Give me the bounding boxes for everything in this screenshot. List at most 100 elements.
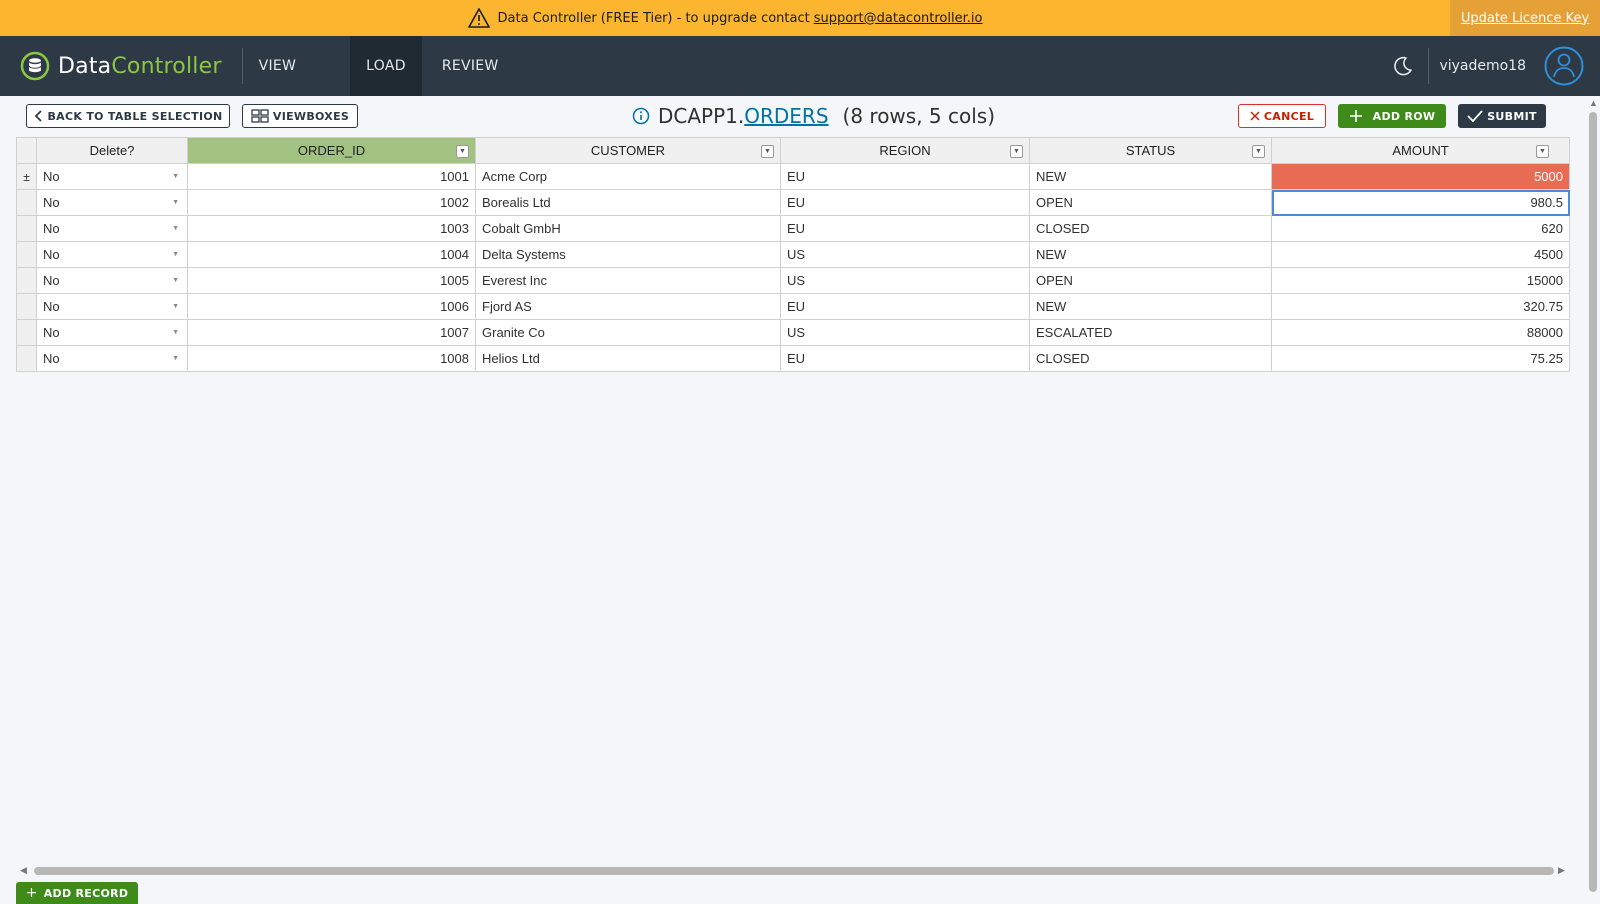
status-cell[interactable]: NEW	[1029, 163, 1272, 190]
app-logo[interactable]: DataController	[20, 36, 222, 96]
region-cell[interactable]: EU	[780, 293, 1030, 320]
order-id-cell[interactable]: 1001	[187, 163, 476, 190]
customer-cell[interactable]: Helios Ltd	[475, 345, 781, 372]
amount-cell[interactable]: 88000	[1271, 319, 1570, 346]
status-cell[interactable]: NEW	[1029, 293, 1272, 320]
table-row[interactable]: No ▼ 1002 Borealis Ltd EU OPEN 980.5	[16, 189, 1570, 216]
column-filter-button[interactable]: ▼	[1536, 145, 1549, 158]
amount-cell-selected[interactable]: 980.5	[1271, 189, 1570, 216]
delete-dropdown[interactable]: No ▼	[36, 345, 188, 372]
username[interactable]: viyademo18	[1439, 58, 1526, 74]
user-avatar[interactable]	[1544, 46, 1584, 86]
vertical-scroll-thumb[interactable]	[1589, 112, 1597, 892]
back-to-table-selection-button[interactable]: BACK TO TABLE SELECTION	[26, 104, 230, 128]
region-cell[interactable]: EU	[780, 189, 1030, 216]
table-row[interactable]: No ▼ 1008 Helios Ltd EU CLOSED 75.25	[16, 345, 1570, 372]
delete-dropdown[interactable]: No ▼	[36, 189, 188, 216]
customer-cell[interactable]: Fjord AS	[475, 293, 781, 320]
delete-dropdown[interactable]: No ▼	[36, 293, 188, 320]
nav-review[interactable]: REVIEW	[426, 36, 515, 96]
col-header-order-id[interactable]: ORDER_ID ▼	[187, 137, 476, 164]
customer-cell[interactable]: Cobalt GmbH	[475, 215, 781, 242]
update-licence-key-link[interactable]: Update Licence Key	[1450, 0, 1600, 36]
dropdown-arrow-icon[interactable]: ▼	[172, 329, 179, 336]
row-header[interactable]	[16, 267, 37, 294]
region-cell[interactable]: US	[780, 241, 1030, 268]
order-id-cell[interactable]: 1004	[187, 241, 476, 268]
order-id-cell[interactable]: 1002	[187, 189, 476, 216]
status-cell[interactable]: CLOSED	[1029, 215, 1272, 242]
amount-cell[interactable]: 75.25	[1271, 345, 1570, 372]
region-cell[interactable]: EU	[780, 345, 1030, 372]
dropdown-arrow-icon[interactable]: ▼	[172, 277, 179, 284]
col-header-amount[interactable]: AMOUNT ▼	[1271, 137, 1570, 164]
delete-dropdown[interactable]: No ▼	[36, 319, 188, 346]
delete-dropdown[interactable]: No ▼	[36, 241, 188, 268]
status-cell[interactable]: NEW	[1029, 241, 1272, 268]
status-cell[interactable]: OPEN	[1029, 189, 1272, 216]
viewboxes-button[interactable]: VIEWBOXES	[242, 104, 358, 128]
order-id-cell[interactable]: 1003	[187, 215, 476, 242]
scroll-left-icon[interactable]: ◀	[20, 865, 27, 876]
nav-load[interactable]: LOAD	[350, 36, 422, 96]
customer-cell[interactable]: Acme Corp	[475, 163, 781, 190]
customer-cell[interactable]: Everest Inc	[475, 267, 781, 294]
horizontal-scrollbar[interactable]: ◀ ▶	[18, 862, 1570, 876]
submit-button[interactable]: SUBMIT	[1458, 104, 1546, 128]
dropdown-arrow-icon[interactable]: ▼	[172, 251, 179, 258]
column-filter-button[interactable]: ▼	[1010, 145, 1023, 158]
order-id-cell[interactable]: 1008	[187, 345, 476, 372]
info-icon[interactable]	[632, 107, 650, 125]
delete-dropdown[interactable]: No ▼	[36, 163, 188, 190]
row-header[interactable]	[16, 345, 37, 372]
table-row[interactable]: No ▼ 1007 Granite Co US ESCALATED 88000	[16, 319, 1570, 346]
amount-cell[interactable]: 320.75	[1271, 293, 1570, 320]
row-header[interactable]: ±	[16, 163, 37, 190]
add-record-button[interactable]: + ADD RECORD	[16, 882, 138, 904]
scroll-right-icon[interactable]: ▶	[1558, 865, 1565, 876]
amount-cell[interactable]: 15000	[1271, 267, 1570, 294]
nav-view[interactable]: VIEW	[243, 36, 313, 96]
dropdown-arrow-icon[interactable]: ▼	[172, 173, 179, 180]
order-id-cell[interactable]: 1005	[187, 267, 476, 294]
dropdown-arrow-icon[interactable]: ▼	[172, 303, 179, 310]
row-header[interactable]	[16, 293, 37, 320]
amount-cell[interactable]: 620	[1271, 215, 1570, 242]
horizontal-scroll-thumb[interactable]	[34, 867, 1554, 875]
row-header[interactable]	[16, 319, 37, 346]
customer-cell[interactable]: Granite Co	[475, 319, 781, 346]
scroll-up-icon[interactable]: ▲	[1589, 98, 1598, 108]
order-id-cell[interactable]: 1006	[187, 293, 476, 320]
table-name-link[interactable]: ORDERS	[744, 104, 828, 128]
table-row[interactable]: ± No ▼ 1001 Acme Corp EU NEW 5000	[16, 163, 1570, 190]
delete-dropdown[interactable]: No ▼	[36, 215, 188, 242]
table-row[interactable]: No ▼ 1006 Fjord AS EU NEW 320.75	[16, 293, 1570, 320]
vertical-scrollbar[interactable]: ▲	[1586, 96, 1600, 900]
region-cell[interactable]: EU	[780, 215, 1030, 242]
status-cell[interactable]: OPEN	[1029, 267, 1272, 294]
customer-cell[interactable]: Borealis Ltd	[475, 189, 781, 216]
table-row[interactable]: No ▼ 1005 Everest Inc US OPEN 15000	[16, 267, 1570, 294]
status-cell[interactable]: ESCALATED	[1029, 319, 1272, 346]
dark-mode-toggle[interactable]	[1388, 51, 1418, 81]
table-row[interactable]: No ▼ 1003 Cobalt GmbH EU CLOSED 620	[16, 215, 1570, 242]
amount-cell[interactable]: 4500	[1271, 241, 1570, 268]
dropdown-arrow-icon[interactable]: ▼	[172, 355, 179, 362]
dropdown-arrow-icon[interactable]: ▼	[172, 199, 179, 206]
col-header-status[interactable]: STATUS ▼	[1029, 137, 1272, 164]
column-filter-button[interactable]: ▼	[1252, 145, 1265, 158]
region-cell[interactable]: US	[780, 267, 1030, 294]
row-header[interactable]	[16, 189, 37, 216]
row-header[interactable]	[16, 215, 37, 242]
table-row[interactable]: No ▼ 1004 Delta Systems US NEW 4500	[16, 241, 1570, 268]
delete-dropdown[interactable]: No ▼	[36, 267, 188, 294]
row-header[interactable]	[16, 241, 37, 268]
status-cell[interactable]: CLOSED	[1029, 345, 1272, 372]
col-header-delete[interactable]: Delete?	[36, 137, 188, 164]
amount-cell[interactable]: 5000	[1271, 163, 1570, 190]
col-header-region[interactable]: REGION ▼	[780, 137, 1030, 164]
customer-cell[interactable]: Delta Systems	[475, 241, 781, 268]
support-email-link[interactable]: support@datacontroller.io	[814, 11, 983, 26]
order-id-cell[interactable]: 1007	[187, 319, 476, 346]
col-header-customer[interactable]: CUSTOMER ▼	[475, 137, 781, 164]
